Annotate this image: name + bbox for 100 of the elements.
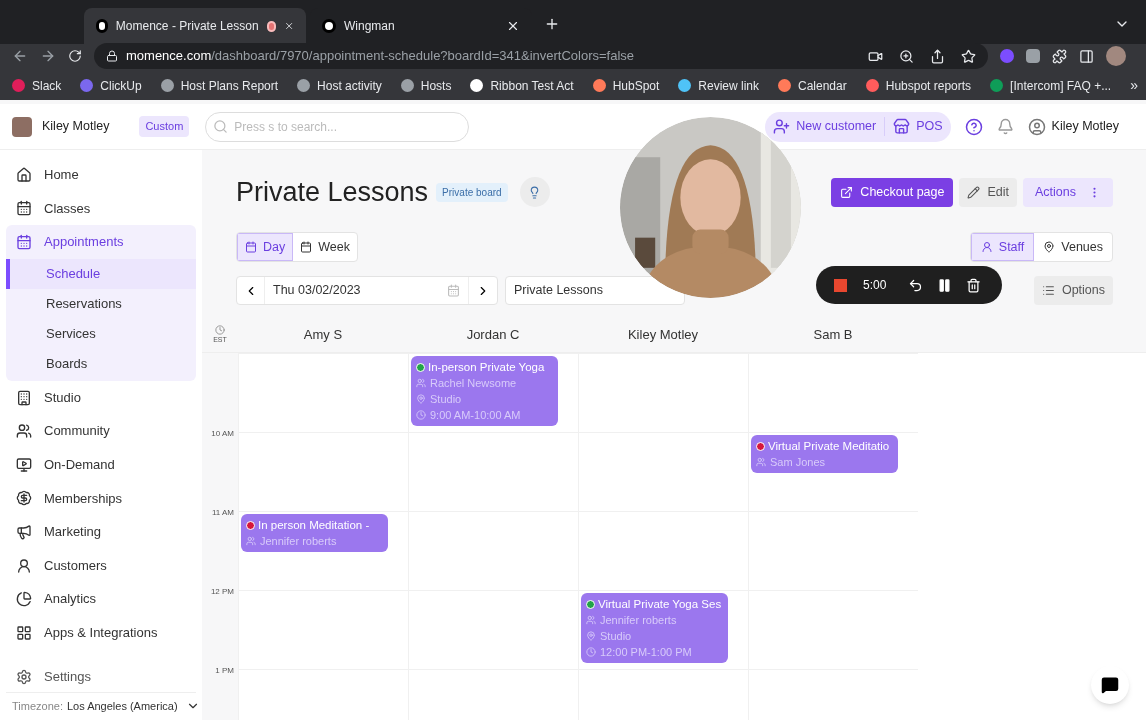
grouping-tab[interactable]: Venues bbox=[1034, 233, 1112, 261]
location-pin-icon bbox=[586, 631, 596, 641]
pos-button[interactable]: POS bbox=[885, 117, 943, 136]
help-icon[interactable] bbox=[964, 117, 983, 136]
sidebar-item[interactable]: Community bbox=[6, 414, 196, 448]
bookmark[interactable]: Host Plans Report bbox=[160, 76, 279, 95]
list-icon bbox=[1041, 284, 1055, 297]
options-button[interactable]: Options bbox=[1033, 276, 1113, 305]
timezone-select[interactable]: Los Angeles (America) bbox=[66, 698, 200, 715]
stop-button[interactable] bbox=[834, 278, 847, 292]
settings-icon bbox=[16, 669, 32, 686]
dollar-icon bbox=[16, 490, 32, 507]
sidebar-subitem[interactable]: Schedule bbox=[6, 258, 196, 289]
more-bookmarks[interactable]: » bbox=[1130, 75, 1138, 96]
close-icon[interactable] bbox=[506, 19, 520, 33]
bookmark[interactable]: ClickUp bbox=[80, 76, 142, 95]
grid-icon bbox=[16, 624, 32, 641]
search-field[interactable]: Press s to search... bbox=[205, 111, 470, 142]
clock-icon bbox=[586, 647, 596, 657]
board-badge: Private board bbox=[436, 182, 508, 202]
sidebar-item[interactable]: Apps & Integrations bbox=[6, 615, 196, 650]
grouping-tab[interactable]: Staff bbox=[970, 233, 1035, 261]
pause-icon[interactable] bbox=[937, 277, 953, 293]
recording-timer: 5:00 bbox=[863, 277, 887, 294]
forward-icon[interactable] bbox=[40, 48, 56, 64]
extensions-icon[interactable] bbox=[1052, 48, 1067, 64]
bookmark[interactable]: Host activity bbox=[297, 76, 382, 95]
bookmark[interactable]: Hubspot reports bbox=[865, 76, 972, 95]
calendar-icon bbox=[300, 241, 313, 253]
sidebar-item[interactable]: Studio bbox=[6, 380, 196, 415]
sidebar-subitem[interactable]: Reservations bbox=[6, 288, 196, 319]
share-icon[interactable] bbox=[930, 48, 945, 64]
sidebar-item[interactable]: Memberships bbox=[6, 481, 196, 516]
view-tab[interactable]: Week bbox=[293, 233, 357, 261]
sidebar-item[interactable]: Home bbox=[6, 158, 196, 192]
pencil-icon bbox=[967, 185, 981, 199]
sidebar-item[interactable]: Customers bbox=[6, 548, 196, 583]
time-range: 12:00 PM-1:00 PM bbox=[600, 645, 692, 660]
sidebar-subitem[interactable]: Boards bbox=[6, 348, 196, 379]
hour-label: 10 AM bbox=[211, 428, 234, 440]
attendee-name: Sam Jones bbox=[770, 455, 826, 470]
trash-icon[interactable] bbox=[966, 277, 982, 293]
clock-icon bbox=[215, 324, 225, 335]
plan-badge: Custom bbox=[139, 116, 190, 137]
people-icon bbox=[586, 615, 596, 625]
clock-icon bbox=[416, 410, 426, 420]
attendee-name: Jennifer roberts bbox=[260, 534, 337, 549]
sidebar-item[interactable]: Classes bbox=[6, 191, 196, 226]
sidebar-item[interactable]: Analytics bbox=[6, 582, 196, 616]
undo-icon[interactable] bbox=[908, 277, 924, 293]
side-panel-icon[interactable] bbox=[1079, 48, 1094, 64]
attendee-name: Jennifer roberts bbox=[600, 613, 677, 628]
new-tab-icon[interactable] bbox=[544, 16, 560, 32]
tips-button[interactable] bbox=[519, 177, 550, 207]
video-icon bbox=[16, 456, 32, 473]
time-range: 9:00 AM-10:00 AM bbox=[430, 408, 521, 423]
appointment-title: In-person Private Yoga bbox=[428, 360, 545, 375]
edit-button[interactable]: Edit bbox=[959, 177, 1017, 207]
bookmark[interactable]: Calendar bbox=[778, 76, 847, 95]
hour-label: 1 PM bbox=[215, 665, 234, 677]
bookmark[interactable]: HubSpot bbox=[592, 76, 660, 95]
lock-icon bbox=[106, 50, 118, 62]
checkout-page-button[interactable]: Checkout page bbox=[831, 177, 954, 207]
bookmark[interactable]: Hosts bbox=[400, 76, 452, 95]
favicon-icon bbox=[322, 19, 336, 33]
location-text: Studio bbox=[430, 392, 462, 407]
bookmark[interactable]: Review link bbox=[678, 76, 759, 95]
add-person-icon bbox=[773, 118, 791, 135]
back-icon[interactable] bbox=[12, 48, 28, 64]
bookmark[interactable]: [Intercom] FAQ +... bbox=[990, 76, 1112, 95]
staff-column-header: Kiley Motley bbox=[626, 326, 700, 345]
new-customer-button[interactable]: New customer bbox=[773, 117, 886, 136]
avatar[interactable] bbox=[12, 116, 32, 137]
favicon-icon bbox=[96, 19, 108, 33]
address-bar[interactable]: momence.com/dashboard/7970/appointment-schedule?boardId=341&invertColors=false bbox=[94, 43, 988, 69]
bookmark[interactable]: Slack bbox=[12, 76, 62, 95]
bookmark[interactable]: Ribbon Test Act bbox=[470, 76, 574, 95]
profile-avatar[interactable] bbox=[1106, 46, 1126, 66]
settings-item[interactable]: Settings bbox=[6, 662, 196, 692]
extension-icon[interactable] bbox=[1026, 49, 1040, 63]
store-icon bbox=[893, 118, 911, 135]
sidebar-subitem[interactable]: Services bbox=[6, 318, 196, 349]
reload-icon[interactable] bbox=[68, 49, 82, 63]
staff-column-header: Amy S bbox=[302, 326, 344, 345]
bell-icon[interactable] bbox=[996, 118, 1014, 135]
board-select[interactable]: Private Lessons bbox=[505, 276, 685, 305]
browser-tab[interactable]: Momence - Private Lesson bbox=[84, 8, 306, 44]
appointment-title: In person Meditation - bbox=[258, 518, 370, 533]
building-icon bbox=[16, 389, 32, 406]
view-tab[interactable]: Day bbox=[237, 233, 294, 261]
chat-icon bbox=[1101, 676, 1119, 694]
account-icon[interactable] bbox=[1027, 117, 1046, 136]
sidebar-item[interactable]: Marketing bbox=[6, 515, 196, 549]
zoom-icon[interactable] bbox=[899, 48, 914, 64]
calendar-icon bbox=[16, 200, 32, 217]
star-icon[interactable] bbox=[961, 48, 976, 64]
sidebar-item[interactable]: On-Demand bbox=[6, 447, 196, 482]
extension-icon[interactable] bbox=[1000, 49, 1014, 63]
actions-button[interactable]: Actions bbox=[1023, 177, 1113, 207]
sidebar-item[interactable]: Appointments bbox=[6, 225, 196, 259]
